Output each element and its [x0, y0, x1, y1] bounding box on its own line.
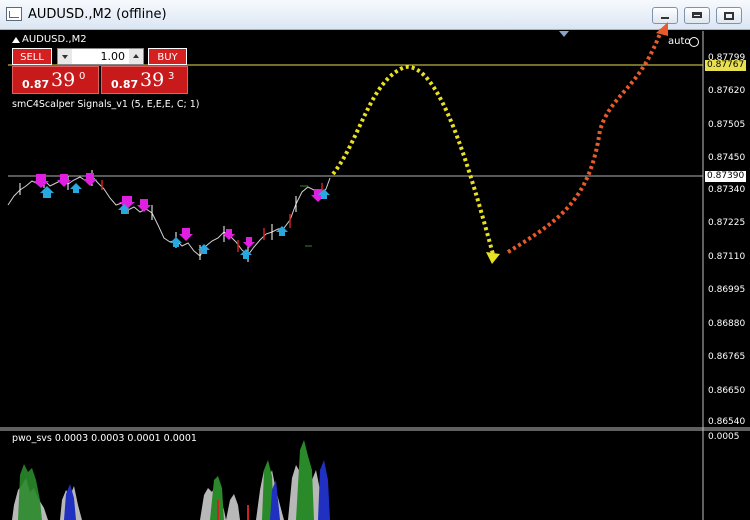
- pwo-histogram: [12, 440, 330, 520]
- price-tick: 0.86880: [708, 319, 746, 329]
- lot-increase-button[interactable]: [129, 49, 143, 64]
- sell-price-prefix: 0.87: [22, 78, 50, 91]
- forecast-down-arrow-icon: [486, 252, 500, 264]
- price-tick: 0.86995: [708, 285, 746, 295]
- price-tick: 0.86650: [708, 386, 746, 396]
- buy-price-pips: 39: [140, 69, 165, 91]
- price-tick: 0.87340: [708, 185, 746, 195]
- subwindow-scale: 0.0005: [708, 432, 740, 442]
- buy-arrow-icon: [70, 183, 82, 193]
- sell-button[interactable]: SELL: [12, 48, 52, 65]
- auto-label: auto: [668, 36, 691, 47]
- lot-value: 1.00: [100, 50, 126, 63]
- price-tick: 0.87620: [708, 86, 746, 96]
- buy-quote[interactable]: 0.87 39 3: [101, 66, 188, 94]
- price-tick: 0.86540: [708, 417, 746, 427]
- sell-arrow-icon: [223, 229, 235, 240]
- buy-arrow-icon: [276, 226, 288, 236]
- sell-price-fraction: 0: [79, 71, 86, 82]
- price-tick: 0.87505: [708, 120, 746, 130]
- price-tick: 0.86765: [708, 352, 746, 362]
- lot-decrease-button[interactable]: [58, 49, 72, 64]
- forecast-up-path: [506, 27, 664, 254]
- collapse-panel-icon[interactable]: [12, 37, 20, 43]
- lot-size-input[interactable]: 1.00: [57, 48, 144, 65]
- sell-arrow-icon: [179, 228, 193, 241]
- ask-price-tag: 0.87767: [705, 60, 747, 71]
- price-tick: 0.87225: [708, 218, 746, 228]
- chart-symbol: AUDUSD.,M2: [22, 34, 87, 45]
- subwindow-label: pwo_svs 0.0003 0.0003 0.0001 0.0001: [12, 433, 197, 444]
- buy-signal-arrows: [40, 183, 330, 259]
- buy-arrow-icon: [240, 249, 252, 259]
- buy-price-fraction: 3: [168, 71, 175, 82]
- buy-arrow-icon: [40, 186, 54, 198]
- indicator-label: smC4Scalper Signals_v1 (5, E,E,E, C; 1): [12, 99, 200, 110]
- forecast-down-path: [331, 64, 496, 259]
- price-tick: 0.87110: [708, 252, 746, 262]
- shift-marker-icon: [559, 31, 569, 37]
- price-tick: 0.87450: [708, 153, 746, 163]
- forecast-up-arrow-icon: [656, 22, 668, 36]
- sell-arrow-icon: [243, 237, 255, 248]
- sell-arrow-icon: [83, 173, 97, 186]
- buy-arrow-icon: [170, 237, 182, 247]
- bid-price-tag: 0.87390: [705, 171, 747, 182]
- sell-quote[interactable]: 0.87 39 0: [12, 66, 99, 94]
- buy-price-prefix: 0.87: [111, 78, 139, 91]
- sell-arrow-icon: [137, 199, 151, 212]
- sell-price-pips: 39: [51, 69, 76, 91]
- price-series: [7, 175, 331, 257]
- smiley-icon: [689, 37, 699, 47]
- buy-button[interactable]: BUY: [148, 48, 187, 65]
